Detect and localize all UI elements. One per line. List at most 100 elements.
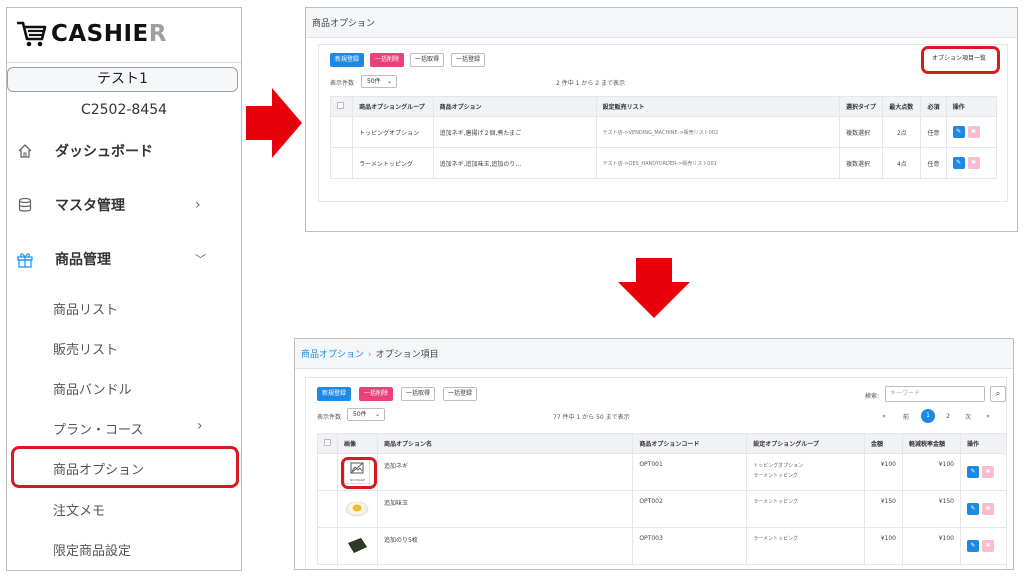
next-page-button[interactable]: 次 bbox=[961, 412, 975, 421]
sub-item-plan-course[interactable]: プラン・コース › bbox=[7, 412, 241, 442]
select-all-header[interactable] bbox=[329, 96, 354, 117]
max-count-cell: 4点 bbox=[882, 147, 922, 179]
per-page-value: 50件 bbox=[367, 78, 381, 85]
select-all-header[interactable] bbox=[317, 433, 338, 454]
edit-icon[interactable]: ✎ bbox=[952, 157, 965, 169]
column-header[interactable]: 商品オプション名 bbox=[376, 433, 634, 454]
delete-icon[interactable]: ✖ bbox=[981, 503, 994, 515]
bulk-delete-button[interactable]: 一括削除 bbox=[370, 53, 405, 67]
sub-item-label: 商品リスト bbox=[53, 303, 119, 318]
option-code-cell: OPT003 bbox=[632, 527, 748, 565]
sidebar: CASHIER テスト1 C2502-8454 ダッシュボード マスタ管理 › … bbox=[6, 7, 242, 571]
column-header[interactable]: 選択タイプ bbox=[838, 96, 884, 117]
price-cell: ¥150 bbox=[864, 490, 903, 528]
new-register-button[interactable]: 新規登録 bbox=[330, 53, 365, 67]
table-row[interactable]: 追加のり5枚 OPT003 ラーメントッピング ¥100 ¥100 ✎ ✖ bbox=[317, 527, 1008, 565]
sub-item-limited-product[interactable]: 限定商品設定 bbox=[7, 533, 241, 563]
column-header[interactable]: 最大点数 bbox=[882, 96, 922, 117]
bulk-register-button[interactable]: 一括登録 bbox=[451, 53, 486, 67]
column-header[interactable]: 操作 bbox=[945, 96, 998, 117]
nav-dashboard[interactable]: ダッシュボード bbox=[7, 136, 241, 166]
search-icon[interactable]: ⌕ bbox=[990, 386, 1006, 402]
delete-icon[interactable]: ✖ bbox=[967, 126, 980, 138]
breadcrumb: 商品オプション › オプション項目 bbox=[301, 347, 439, 360]
cart-logo-icon bbox=[17, 21, 47, 47]
row-checkbox-cell[interactable] bbox=[329, 147, 354, 179]
actions-cell: ✎ ✖ bbox=[945, 147, 998, 179]
nav-master[interactable]: マスタ管理 › bbox=[7, 190, 241, 220]
option-group-cell: トッピングオプション ラーメントッピング bbox=[746, 453, 866, 491]
column-header[interactable]: 必須 bbox=[920, 96, 947, 117]
bulk-register-button[interactable]: 一括登録 bbox=[443, 387, 478, 401]
cashier-logo[interactable]: CASHIER bbox=[15, 16, 167, 52]
column-header[interactable]: 金額 bbox=[864, 433, 903, 454]
delete-icon[interactable]: ✖ bbox=[967, 157, 980, 169]
per-page-label: 表示件数 bbox=[330, 80, 355, 87]
edit-icon[interactable]: ✎ bbox=[966, 503, 979, 515]
breadcrumb-link[interactable]: 商品オプション bbox=[301, 350, 364, 360]
sub-item-label: 限定商品設定 bbox=[53, 544, 132, 559]
screen-header bbox=[306, 8, 1017, 38]
new-register-button[interactable]: 新規登録 bbox=[317, 387, 352, 401]
store-code: C2502-8454 bbox=[80, 102, 168, 118]
table-header-row: 商品オプショングループ 商品オプション 設定販売リスト 選択タイプ 最大点数 必… bbox=[329, 96, 998, 117]
sub-item-sales-list[interactable]: 販売リスト bbox=[7, 332, 241, 362]
edit-icon[interactable]: ✎ bbox=[966, 466, 979, 478]
prev-page-button[interactable]: 前 bbox=[899, 412, 913, 421]
option-group-table: 商品オプショングループ 商品オプション 設定販売リスト 選択タイプ 最大点数 必… bbox=[329, 96, 998, 179]
row-checkbox-cell[interactable] bbox=[329, 116, 354, 148]
search-input[interactable]: キーワード bbox=[885, 386, 985, 402]
option-name-cell: 追加ネギ bbox=[376, 453, 634, 491]
delete-icon[interactable]: ✖ bbox=[981, 466, 994, 478]
record-count: 2 件中 1 から 2 まで表示 bbox=[556, 80, 625, 87]
checkbox[interactable] bbox=[337, 102, 344, 109]
option-items-screen: 商品オプション › オプション項目 新規登録 一括削除 一括取得 一括登録 検索: … bbox=[294, 338, 1014, 570]
row-checkbox-cell[interactable] bbox=[317, 453, 338, 491]
table-row[interactable]: 追加味玉 OPT002 ラーメントッピング ¥150 ¥150 ✎ ✖ bbox=[317, 490, 1008, 528]
page-2-button[interactable]: 2 bbox=[941, 413, 955, 420]
bulk-delete-button[interactable]: 一括削除 bbox=[359, 387, 394, 401]
nav-products[interactable]: 商品管理 ﹀ bbox=[7, 244, 241, 274]
table-row[interactable]: トッピングオプション 追加ネギ,唐揚げ２個,煮たまご テスト店->VENDING… bbox=[329, 116, 998, 148]
checkbox[interactable] bbox=[324, 439, 331, 446]
nav-master-label: マスタ管理 bbox=[55, 198, 125, 214]
price-cell: ¥100 bbox=[864, 453, 903, 491]
image-cell bbox=[337, 527, 378, 565]
delete-icon[interactable]: ✖ bbox=[981, 540, 994, 552]
bulk-fetch-button[interactable]: 一括取得 bbox=[410, 53, 445, 67]
page-1-button[interactable]: 1 bbox=[921, 409, 935, 423]
column-header[interactable]: 商品オプションコード bbox=[632, 433, 748, 454]
column-header[interactable]: 設定販売リスト bbox=[595, 96, 841, 117]
max-count-cell: 2点 bbox=[882, 116, 922, 148]
row-checkbox-cell[interactable] bbox=[317, 527, 338, 565]
row-checkbox-cell[interactable] bbox=[317, 490, 338, 528]
bulk-fetch-button[interactable]: 一括取得 bbox=[401, 387, 436, 401]
sub-item-order-memo[interactable]: 注文メモ bbox=[7, 493, 241, 523]
column-header[interactable]: 設定オプショングループ bbox=[746, 433, 866, 454]
column-header[interactable]: 商品オプショングループ bbox=[352, 96, 434, 117]
egg-image-icon bbox=[346, 501, 369, 517]
store-selector[interactable]: テスト1 bbox=[7, 67, 238, 92]
page-title: 商品オプション bbox=[312, 19, 376, 29]
table-row[interactable]: ラーメントッピング 追加ネギ,追加味玉,追加のり… テスト店->OES_HAND… bbox=[329, 147, 998, 179]
table-row[interactable]: NO IMAGE 追加ネギ OPT001 トッピングオプション ラーメントッピング… bbox=[317, 453, 1008, 491]
chevron-down-icon: ⌄ bbox=[386, 78, 392, 85]
column-header[interactable]: 操作 bbox=[959, 433, 1008, 454]
column-header[interactable]: 商品オプション bbox=[432, 96, 597, 117]
last-page-button[interactable]: » bbox=[981, 413, 995, 420]
reduced-price-cell: ¥100 bbox=[902, 527, 961, 565]
table-header-row: 画像 商品オプション名 商品オプションコード 設定オプショングループ 金額 軽減… bbox=[317, 433, 1008, 454]
edit-icon[interactable]: ✎ bbox=[952, 126, 965, 138]
per-page-label: 表示件数 bbox=[317, 414, 342, 421]
required-cell: 任意 bbox=[920, 147, 947, 179]
sub-item-product-list[interactable]: 商品リスト bbox=[7, 292, 241, 322]
column-header[interactable]: 画像 bbox=[337, 433, 378, 454]
per-page-select[interactable]: 50件 ⌄ bbox=[347, 408, 385, 421]
group-tag: ラーメントッピング bbox=[753, 536, 798, 542]
first-page-button[interactable]: « bbox=[877, 413, 891, 420]
column-header[interactable]: 軽減税率金額 bbox=[902, 433, 961, 454]
edit-icon[interactable]: ✎ bbox=[966, 540, 979, 552]
sub-item-product-bundle[interactable]: 商品バンドル bbox=[7, 372, 241, 402]
per-page-select[interactable]: 50件 ⌄ bbox=[361, 75, 397, 88]
actions-cell: ✎ ✖ bbox=[959, 527, 1008, 565]
